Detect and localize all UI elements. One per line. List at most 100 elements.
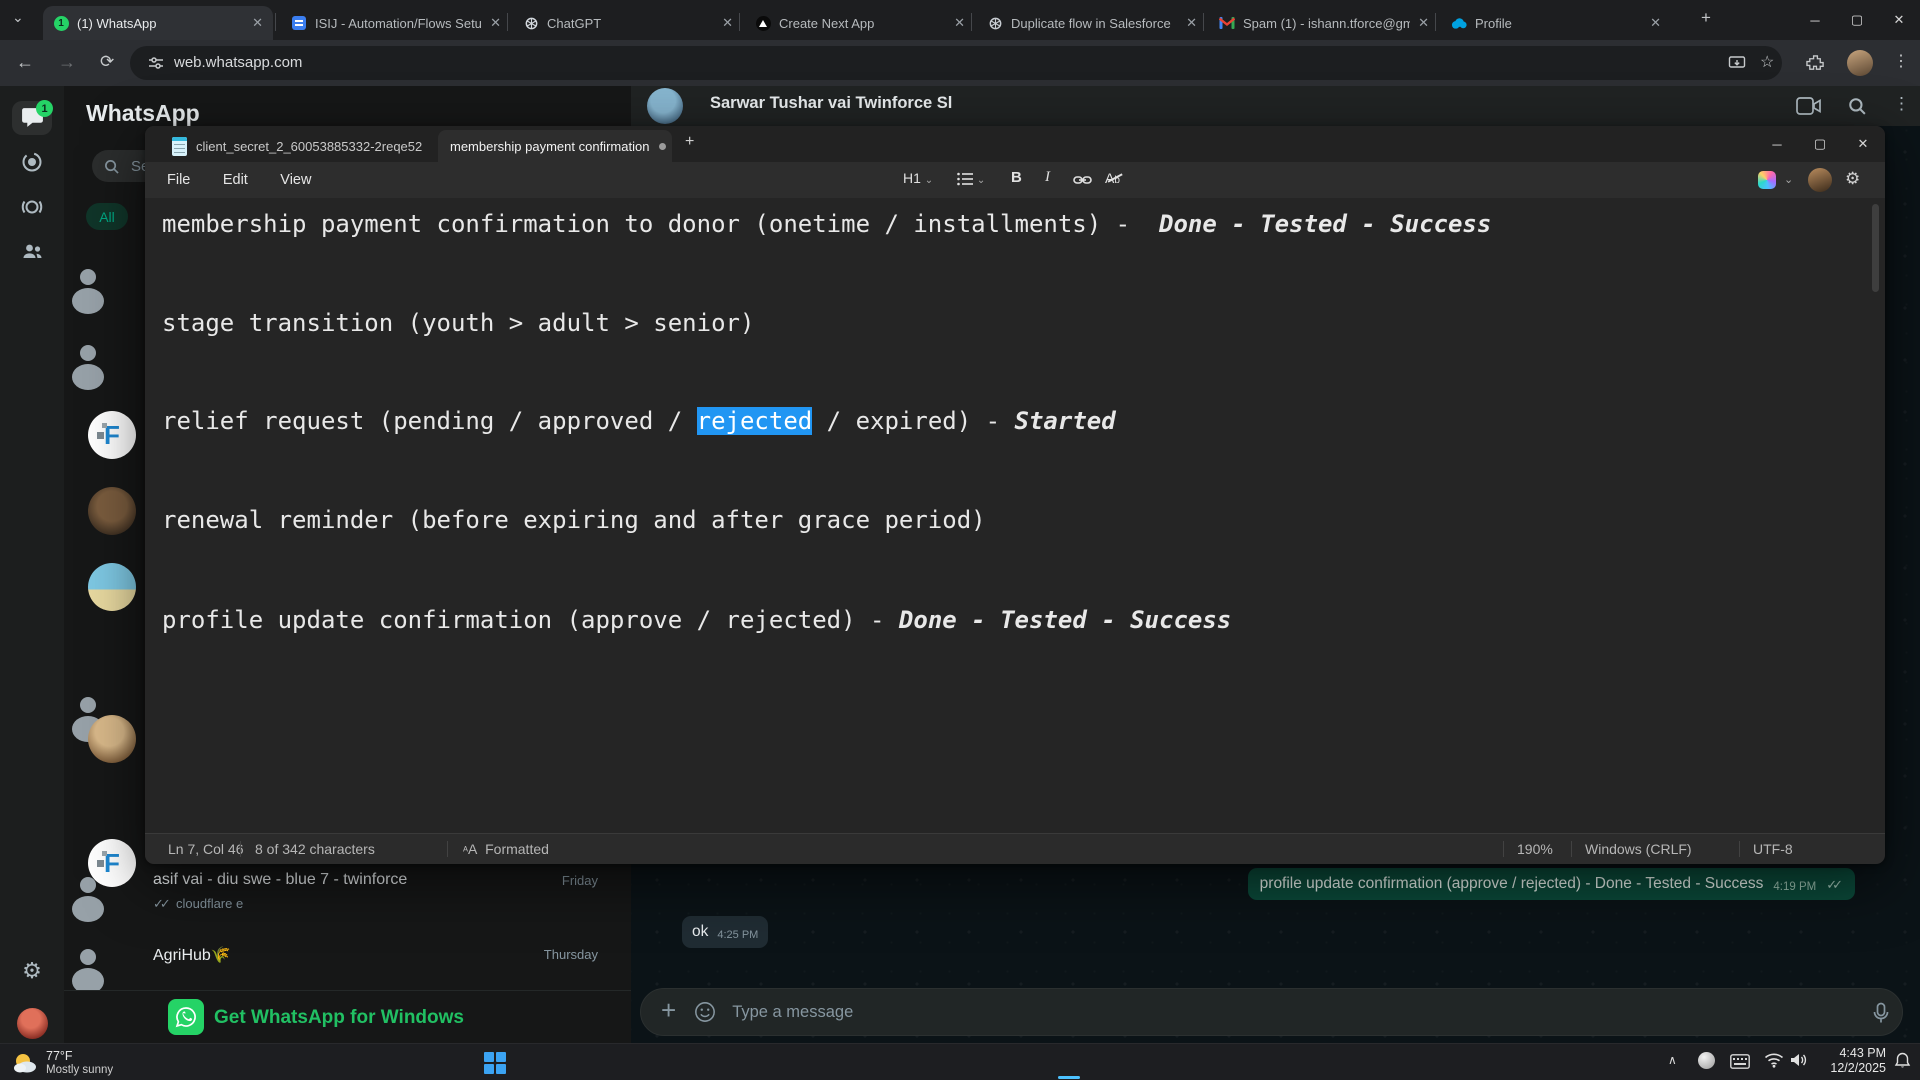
bookmark-star-icon[interactable]: ☆ [1760, 52, 1774, 72]
tab-close-icon[interactable]: ✕ [954, 15, 965, 31]
notepad-new-tab-button[interactable]: + [685, 133, 694, 151]
tray-clock[interactable]: 4:43 PM 12/2/2025 [1820, 1046, 1886, 1076]
menu-file[interactable]: File [153, 162, 204, 198]
reload-button[interactable]: ⟳ [100, 52, 114, 72]
emoji-icon[interactable] [694, 1001, 716, 1023]
zoom-level[interactable]: 190% [1517, 834, 1553, 864]
chat-header-name[interactable]: Sarwar Tushar vai Twinforce Sl [710, 94, 952, 113]
communities-icon[interactable] [0, 239, 64, 263]
url-text[interactable]: web.whatsapp.com [174, 54, 302, 71]
message-composer[interactable]: + [640, 988, 1903, 1036]
clear-formatting-button[interactable]: Ab [1105, 170, 1120, 186]
notepad-close-button[interactable]: ✕ [1842, 126, 1884, 162]
tray-chevron-icon[interactable]: ∧ [1668, 1053, 1677, 1067]
filter-all-pill[interactable]: All [86, 203, 128, 230]
tab-chatgpt[interactable]: ChatGPT ✕ [513, 6, 743, 40]
install-app-icon[interactable] [1728, 54, 1746, 72]
address-bar[interactable]: web.whatsapp.com ☆ [130, 46, 1782, 80]
settings-gear-icon[interactable]: ⚙ [0, 958, 64, 984]
tab-close-icon[interactable]: ✕ [722, 15, 733, 31]
editor-scrollbar[interactable] [1872, 204, 1879, 292]
new-tab-button[interactable]: + [1701, 8, 1711, 28]
notepad-minimize-button[interactable]: ─ [1756, 126, 1798, 162]
tray-app-icon[interactable] [1698, 1052, 1715, 1069]
menu-view[interactable]: View [266, 162, 325, 198]
message-input[interactable] [730, 1002, 1634, 1023]
notepad-tab-client-secret[interactable]: client_secret_2_60053885332-2reqe52rribc [160, 130, 434, 162]
chat-header-avatar[interactable] [647, 88, 683, 124]
window-close-button[interactable]: ✕ [1878, 0, 1920, 40]
tab-profile[interactable]: Profile ✕ [1441, 6, 1671, 40]
weather-icon[interactable] [12, 1050, 38, 1076]
tab-close-icon[interactable]: ✕ [1186, 15, 1197, 31]
tab-create-next-app[interactable]: Create Next App ✕ [745, 6, 975, 40]
tab-search-chevron-icon[interactable]: ⌄ [12, 9, 24, 26]
chat-list-item[interactable]: asif vai - diu swe - blue 7 - twinforce … [64, 863, 631, 935]
editor-line: renewal reminder (before expiring and af… [162, 503, 986, 537]
line-endings[interactable]: Windows (CRLF) [1585, 834, 1692, 864]
notepad-tab-membership[interactable]: membership payment confirmation [438, 130, 672, 162]
touch-keyboard-icon[interactable] [1730, 1054, 1750, 1074]
attach-plus-icon[interactable]: + [661, 995, 676, 1026]
notepad-maximize-button[interactable]: ▢ [1799, 126, 1841, 162]
notepad-statusbar: Ln 7, Col 46 8 of 342 characters ᴬA Form… [145, 833, 1885, 864]
chat-list-item[interactable]: AgriHub🌾 Thursday [64, 935, 631, 990]
notepad-account-avatar[interactable] [1808, 168, 1832, 192]
back-button[interactable]: ← [16, 52, 34, 73]
weather-temp[interactable]: 77°F [46, 1049, 73, 1063]
notification-bell-icon[interactable] [1894, 1052, 1911, 1074]
chat-avatar[interactable] [88, 563, 136, 611]
taskbar: 77°F Mostly sunny [0, 1043, 1920, 1080]
bold-button[interactable]: B [1011, 169, 1022, 186]
chat-name: AgriHub🌾 [153, 945, 231, 965]
video-call-icon[interactable] [1796, 96, 1822, 116]
copilot-chevron-icon[interactable]: ⌄ [1784, 173, 1793, 186]
menu-edit[interactable]: Edit [209, 162, 262, 198]
chat-header[interactable]: Sarwar Tushar vai Twinforce Sl ⋮ [631, 86, 1920, 126]
browser-menu-icon[interactable]: ⋮ [1893, 51, 1909, 71]
list-style-button[interactable]: ⌄ [957, 170, 985, 186]
encoding[interactable]: UTF-8 [1753, 834, 1793, 864]
whatsapp-favicon: 1 [53, 15, 69, 31]
copilot-icon[interactable] [1758, 171, 1776, 189]
outgoing-message-bubble[interactable]: profile update confirmation (approve / r… [1248, 868, 1855, 900]
chat-avatar[interactable] [88, 487, 136, 535]
mic-icon[interactable] [1871, 1002, 1891, 1024]
tab-title: ChatGPT [547, 16, 714, 31]
status-icon[interactable] [0, 150, 64, 174]
chat-menu-icon[interactable]: ⋮ [1893, 94, 1910, 114]
chat-search-icon[interactable] [1848, 97, 1866, 115]
forward-button[interactable]: → [58, 52, 76, 73]
tab-gmail-spam[interactable]: Spam (1) - ishann.tforce@gmai ✕ [1209, 6, 1439, 40]
volume-icon[interactable] [1790, 1052, 1808, 1073]
tab-whatsapp[interactable]: 1 (1) WhatsApp ✕ [43, 6, 273, 40]
notepad-settings-gear-icon[interactable]: ⚙ [1845, 169, 1860, 189]
weather-condition[interactable]: Mostly sunny [46, 1064, 113, 1076]
extensions-icon[interactable] [1806, 54, 1825, 73]
vercel-favicon [755, 15, 771, 31]
tab-close-icon[interactable]: ✕ [1650, 15, 1661, 31]
start-button[interactable] [484, 1052, 506, 1074]
tab-close-icon[interactable]: ✕ [490, 15, 501, 31]
window-maximize-button[interactable]: ▢ [1836, 0, 1878, 40]
profile-avatar[interactable] [17, 1008, 48, 1039]
channels-icon[interactable] [0, 195, 64, 219]
chats-icon[interactable]: 1 [0, 105, 64, 130]
chat-name: asif vai - diu swe - blue 7 - twinforce [153, 871, 407, 889]
window-minimize-button[interactable]: ─ [1794, 0, 1836, 40]
browser-profile-avatar[interactable] [1847, 50, 1873, 76]
italic-button[interactable]: I [1045, 169, 1050, 186]
wifi-icon[interactable] [1764, 1052, 1784, 1073]
chat-avatar[interactable]: F [88, 411, 136, 459]
tab-close-icon[interactable]: ✕ [1418, 15, 1429, 31]
link-button[interactable] [1073, 173, 1092, 187]
chat-avatar[interactable] [88, 715, 136, 763]
get-whatsapp-banner[interactable]: Get WhatsApp for Windows [64, 990, 631, 1044]
incoming-message-bubble[interactable]: ok 4:25 PM [682, 916, 768, 948]
site-settings-icon[interactable] [148, 55, 164, 71]
tab-close-icon[interactable]: ✕ [252, 15, 263, 31]
tab-isij[interactable]: ISIJ - Automation/Flows Setup - ✕ [281, 6, 511, 40]
heading-style-button[interactable]: H1 ⌄ [903, 170, 933, 186]
tab-duplicate-flow[interactable]: Duplicate flow in Salesforce ✕ [977, 6, 1207, 40]
notepad-editor[interactable]: membership payment confirmation to donor… [145, 198, 1885, 833]
